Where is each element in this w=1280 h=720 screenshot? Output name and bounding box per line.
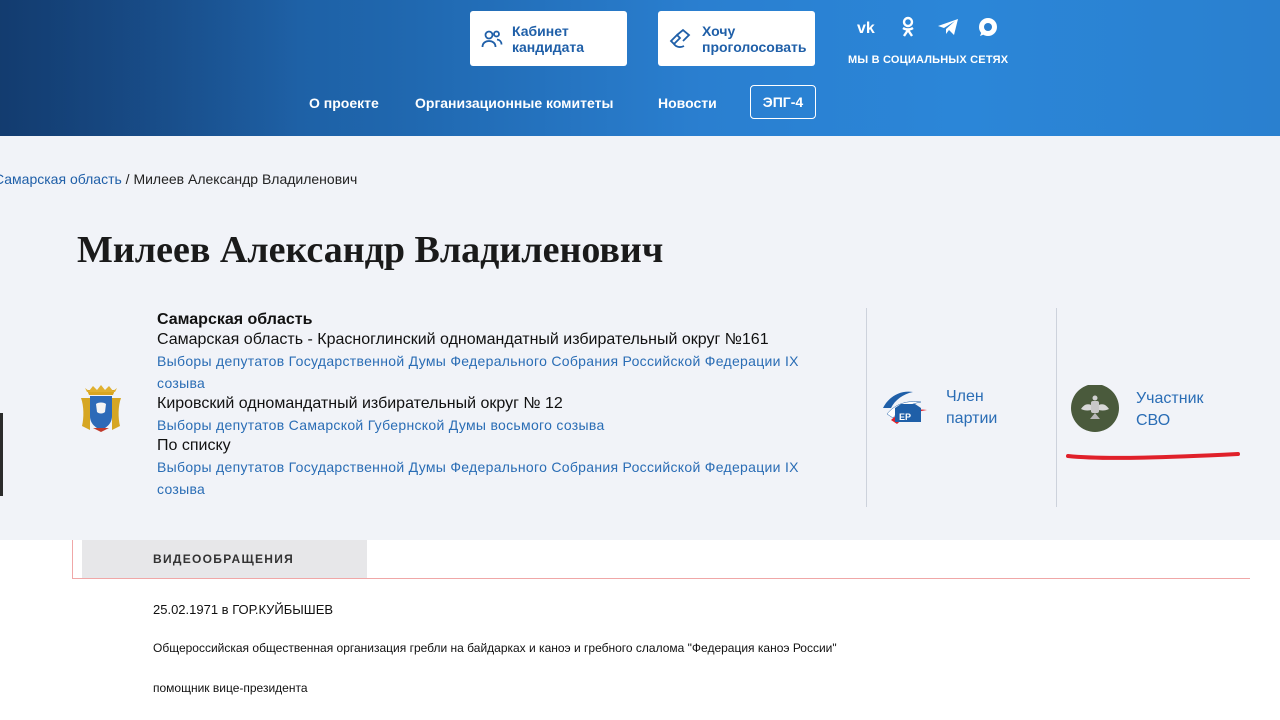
united-russia-bear-icon: ЕР <box>883 391 927 424</box>
candidate-cabinet-button[interactable]: Кабинет кандидата <box>470 11 627 66</box>
users-icon <box>481 30 503 47</box>
tab-video-appeals[interactable]: ВИДЕООБРАЩЕНИЯ <box>82 540 367 578</box>
vk-icon[interactable]: vk <box>848 20 888 34</box>
tabs-bottom-border <box>72 578 1250 579</box>
divider <box>866 308 867 507</box>
birth-info: 25.02.1971 в ГОР.КУЙБЫШЕВ <box>153 602 334 617</box>
left-edge-bar <box>0 413 3 496</box>
epg4-button[interactable]: ЭПГ-4 <box>750 85 816 119</box>
breadcrumb-current: Милеев Александр Владиленович <box>133 171 358 187</box>
party-member-badge: ЕР Член партии <box>881 386 997 430</box>
page-title: Милеев Александр Владиленович <box>77 229 664 271</box>
nav-committees[interactable]: Организационные комитеты <box>415 95 613 111</box>
red-underline-annotation <box>1066 452 1240 460</box>
district-12: Кировский одномандатный избирательный ок… <box>157 395 563 412</box>
tabs-bar: ВИДЕООБРАЩЕНИЯ <box>72 540 1250 580</box>
ballot-hand-icon <box>669 28 691 48</box>
nav-about[interactable]: О проекте <box>309 95 379 111</box>
social-block: vk МЫ В СОЦИАЛЬНЫХ СЕТЯХ <box>848 14 1023 66</box>
telegram-icon[interactable] <box>928 18 968 36</box>
svo-participant-label: Участник СВО <box>1136 390 1204 429</box>
election-link-samara-duma[interactable]: Выборы депутатов Самарской Губернской Ду… <box>157 414 847 436</box>
party-member-label: Член партии <box>946 388 998 427</box>
svo-participant-badge: Участник СВО <box>1071 385 1204 435</box>
svg-text:vk: vk <box>857 20 875 34</box>
site-header: Кабинет кандидата Хочу проголосовать vk <box>0 0 1280 136</box>
candidate-cabinet-label: Кабинет кандидата <box>512 22 585 55</box>
breadcrumb: Самарская область / Милеев Александр Вла… <box>0 171 357 187</box>
divider <box>1056 308 1057 507</box>
tabs-left-border <box>72 540 73 579</box>
odnoklassniki-icon[interactable] <box>888 16 928 38</box>
want-to-vote-label: Хочу проголосовать <box>702 22 807 55</box>
election-link-duma-ix-list[interactable]: Выборы депутатов Государственной Думы Фе… <box>157 456 847 500</box>
breadcrumb-region-link[interactable]: Самарская область <box>0 171 122 187</box>
party-list: По списку <box>157 437 231 454</box>
candidate-info: Самарская область Самарская область - Кр… <box>157 310 847 500</box>
district-161: Самарская область - Красноглинский одном… <box>157 331 769 348</box>
nav-news[interactable]: Новости <box>658 95 717 111</box>
want-to-vote-button[interactable]: Хочу проголосовать <box>658 11 815 66</box>
chat-icon[interactable] <box>968 16 1008 38</box>
svg-text:ЕР: ЕР <box>899 412 911 422</box>
header-shade <box>0 0 300 136</box>
election-link-duma-ix-district[interactable]: Выборы депутатов Государственной Думы Фе… <box>157 350 847 394</box>
candidate-region: Самарская область <box>157 311 313 328</box>
position-info: помощник вице-президента <box>153 681 308 695</box>
social-caption: МЫ В СОЦИАЛЬНЫХ СЕТЯХ <box>848 54 1009 66</box>
breadcrumb-separator: / <box>121 171 134 187</box>
army-emblem-icon <box>1071 385 1119 432</box>
organization-info: Общероссийская общественная организация … <box>153 641 837 655</box>
samara-coat-of-arms-icon <box>79 384 123 439</box>
